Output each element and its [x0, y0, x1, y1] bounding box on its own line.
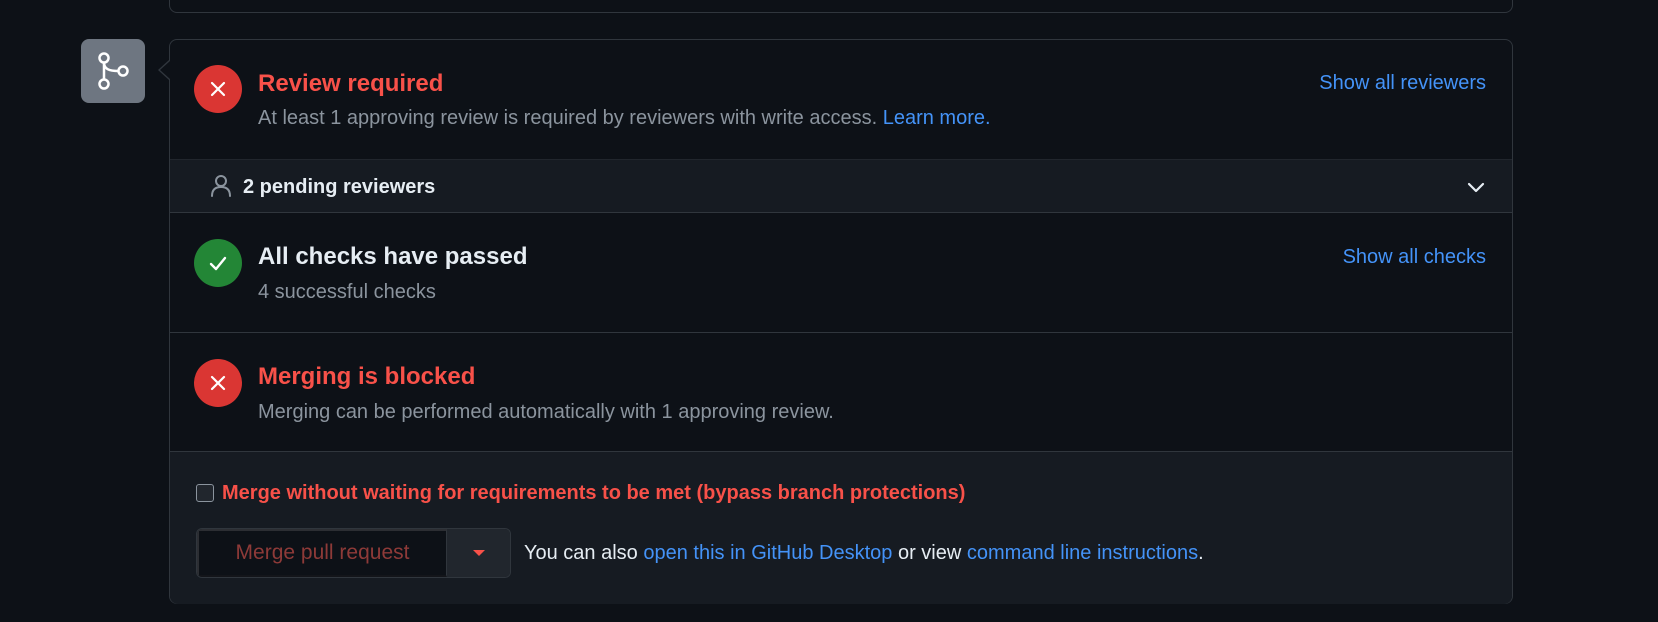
- alternative-merge-text: You can also open this in GitHub Desktop…: [524, 540, 1204, 566]
- show-all-checks-link[interactable]: Show all checks: [1343, 244, 1486, 270]
- merging-blocked-section: Merging is blocked Merging can be perfor…: [170, 333, 1512, 452]
- merge-options-dropdown[interactable]: [447, 529, 510, 577]
- panel-pointer-fill: [160, 61, 170, 79]
- previous-timeline-card: [169, 0, 1513, 13]
- open-in-desktop-link[interactable]: open this in GitHub Desktop: [643, 542, 892, 564]
- checks-title: All checks have passed: [258, 243, 528, 270]
- alt-prefix: You can also: [524, 542, 638, 564]
- bypass-checkbox[interactable]: [196, 484, 214, 502]
- checks-subtitle: 4 successful checks: [258, 281, 436, 303]
- review-required-title: Review required: [258, 70, 444, 97]
- alt-middle: or view: [897, 542, 962, 564]
- pending-reviewers-row[interactable]: 2 pending reviewers: [170, 159, 1512, 213]
- merge-box: Review required At least 1 approving rev…: [169, 39, 1513, 604]
- review-required-section: Review required At least 1 approving rev…: [170, 40, 1512, 159]
- bypass-option: Merge without waiting for requirements t…: [196, 480, 965, 506]
- x-circle-icon: [194, 65, 242, 113]
- x-circle-icon: [194, 359, 242, 407]
- merge-actions-section: Merge without waiting for requirements t…: [170, 452, 1512, 604]
- show-all-reviewers-link[interactable]: Show all reviewers: [1319, 70, 1486, 96]
- git-merge-icon: [81, 39, 145, 103]
- bypass-label[interactable]: Merge without waiting for requirements t…: [222, 480, 965, 506]
- pending-reviewers-label: 2 pending reviewers: [243, 176, 436, 198]
- merging-blocked-subtitle: Merging can be performed automatically w…: [258, 401, 834, 423]
- merge-button-group: Merge pull request: [196, 528, 511, 578]
- checks-section: All checks have passed 4 successful chec…: [170, 213, 1512, 333]
- chevron-down-icon[interactable]: [1466, 177, 1486, 202]
- alt-suffix: .: [1198, 542, 1204, 564]
- triangle-down-icon: [472, 550, 485, 556]
- merge-pull-request-button[interactable]: Merge pull request: [197, 529, 447, 577]
- merging-blocked-title: Merging is blocked: [258, 363, 476, 390]
- person-icon: [210, 174, 232, 203]
- learn-more-link[interactable]: Learn more.: [883, 107, 991, 129]
- review-description-text: At least 1 approving review is required …: [258, 107, 878, 129]
- review-required-description: At least 1 approving review is required …: [258, 105, 991, 131]
- command-line-instructions-link[interactable]: command line instructions: [967, 542, 1198, 564]
- check-circle-icon: [194, 239, 242, 287]
